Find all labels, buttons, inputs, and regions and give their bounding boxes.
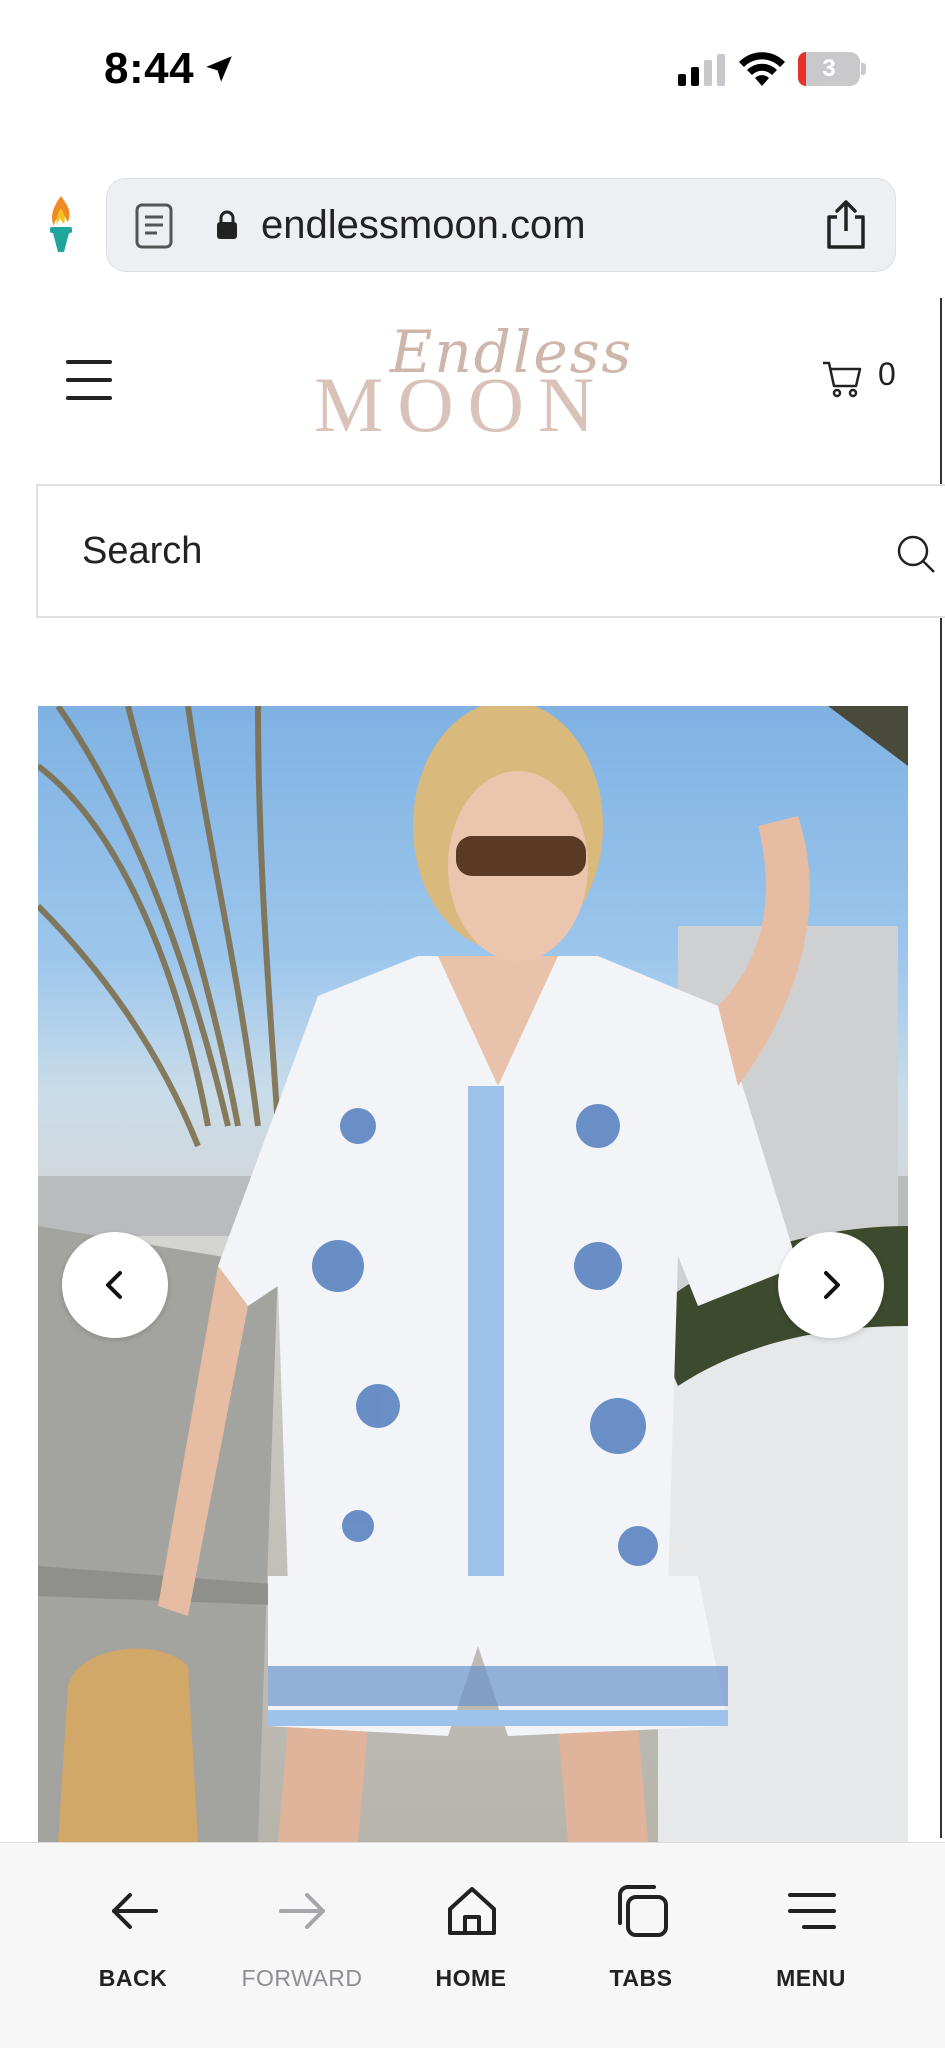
cellular-signal-icon xyxy=(678,54,725,86)
chevron-right-icon xyxy=(824,1271,840,1299)
tabs-label: TABS xyxy=(609,1965,673,1991)
back-arrow-icon xyxy=(112,1893,158,1929)
forward-label: FORWARD xyxy=(241,1965,363,1991)
tabs-icon xyxy=(618,1885,668,1937)
location-arrow-icon xyxy=(206,56,232,82)
battery-icon: 3 xyxy=(798,52,866,86)
site-header: MOON Endless 0 xyxy=(0,298,945,458)
cart-count[interactable]: 0 xyxy=(878,356,896,393)
home-icon xyxy=(448,1887,496,1935)
hamburger-menu-icon[interactable] xyxy=(66,360,112,400)
status-bar: 8:44 3 xyxy=(0,0,945,140)
home-label: HOME xyxy=(435,1965,507,1991)
url-bar[interactable]: endlessmoon.com xyxy=(106,178,896,272)
home-button[interactable]: HOME xyxy=(386,1865,556,2005)
product-image[interactable] xyxy=(38,706,908,1842)
url-text[interactable]: endlessmoon.com xyxy=(261,201,586,249)
logo-script-text: Endless xyxy=(390,318,634,386)
battery-level: 3 xyxy=(822,55,836,82)
screen: 8:44 3 endlessmoon.com MOON Endless 0 Se… xyxy=(0,0,945,2048)
menu-label: MENU xyxy=(776,1965,846,1991)
reader-icon[interactable] xyxy=(135,203,173,249)
cart-icon[interactable] xyxy=(822,360,862,398)
search-placeholder: Search xyxy=(82,530,203,572)
carousel-next-button[interactable] xyxy=(778,1232,884,1338)
chevron-left-icon xyxy=(106,1271,122,1299)
back-button[interactable]: BACK xyxy=(48,1865,218,2005)
brand-logo[interactable]: MOON Endless xyxy=(300,318,640,448)
browser-toolbar: BACK FORWARD HOME TABS MENU xyxy=(0,1842,945,2048)
wifi-icon xyxy=(739,52,785,86)
forward-button[interactable]: FORWARD xyxy=(217,1865,387,2005)
menu-icon xyxy=(788,1893,836,1929)
browser-address-bar: endlessmoon.com xyxy=(0,170,945,280)
back-label: BACK xyxy=(98,1965,168,1991)
share-icon[interactable] xyxy=(823,199,869,251)
tabs-button[interactable]: TABS xyxy=(556,1865,726,2005)
product-photo xyxy=(38,706,908,1842)
status-time: 8:44 xyxy=(104,44,195,93)
menu-button[interactable]: MENU xyxy=(726,1865,896,2005)
search-icon[interactable] xyxy=(896,534,936,574)
search-input[interactable]: Search xyxy=(36,484,945,618)
lock-icon xyxy=(217,210,237,239)
torch-icon[interactable] xyxy=(44,194,78,256)
forward-arrow-icon xyxy=(279,1893,325,1929)
carousel-prev-button[interactable] xyxy=(62,1232,168,1338)
